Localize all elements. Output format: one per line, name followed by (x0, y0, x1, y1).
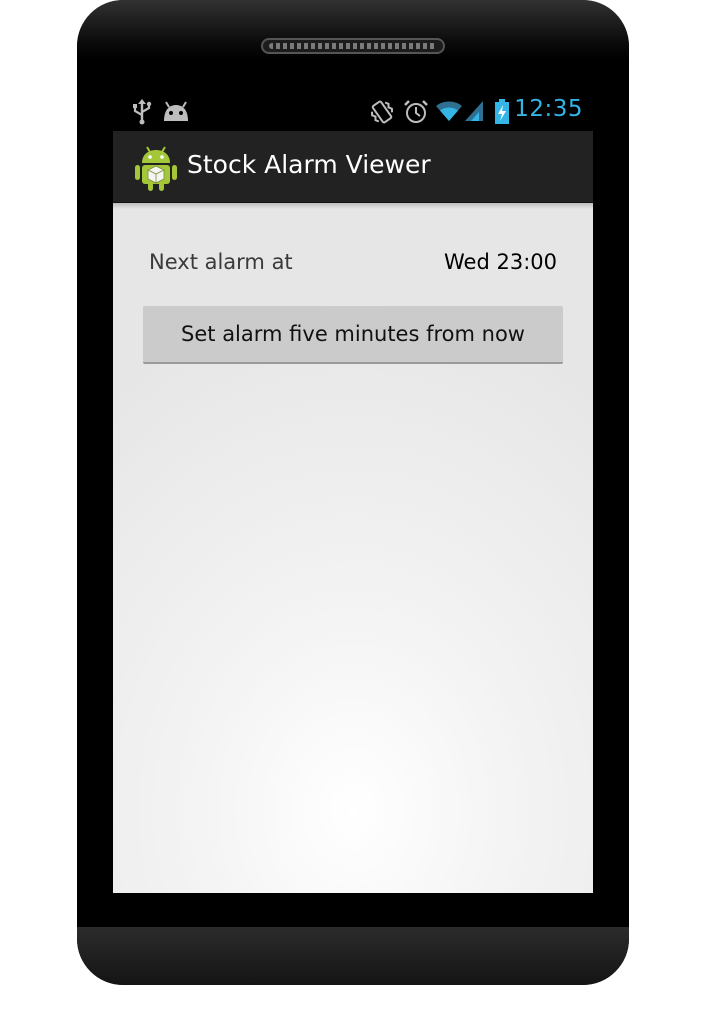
vibrate-icon (369, 99, 395, 125)
android-debug-icon (161, 99, 188, 125)
usb-icon (130, 99, 156, 125)
android-app-icon[interactable] (134, 144, 178, 192)
action-bar-shadow (113, 203, 593, 209)
wifi-icon (435, 99, 463, 125)
next-alarm-label: Next alarm at (149, 250, 293, 274)
next-alarm-value: Wed 23:00 (444, 250, 557, 274)
battery-charging-icon (494, 99, 510, 125)
set-alarm-button[interactable]: Set alarm five minutes from now (143, 306, 563, 364)
app-title: Stock Alarm Viewer (187, 150, 431, 179)
status-bar: 12:35 (113, 90, 593, 131)
phone-frame: 12:35 Stock Alarm Viewer Next alarm at W… (77, 0, 629, 985)
alarm-clock-icon (403, 99, 429, 125)
phone-bottom-bezel (77, 927, 629, 985)
earpiece-speaker (261, 38, 445, 54)
main-content: Next alarm at Wed 23:00 Set alarm five m… (113, 203, 593, 893)
status-bar-time: 12:35 (514, 96, 583, 122)
action-bar: Stock Alarm Viewer (113, 131, 593, 203)
cell-signal-icon (463, 99, 485, 125)
device-screen: 12:35 Stock Alarm Viewer Next alarm at W… (113, 90, 593, 893)
